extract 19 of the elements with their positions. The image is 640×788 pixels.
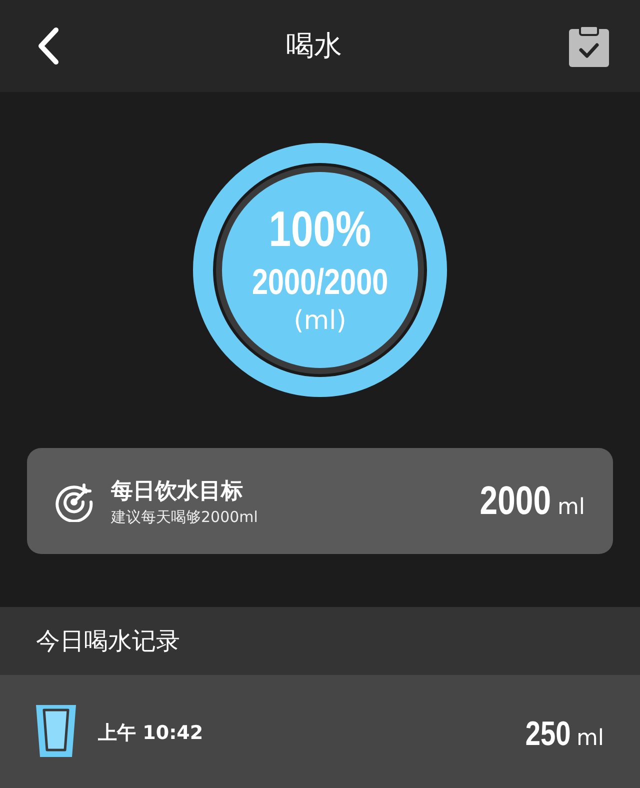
back-button[interactable] [36,26,60,66]
record-time: 上午 10:42 [98,721,204,746]
section-title: 今日喝水记录 [36,626,180,657]
amount-text: 2000/2000 [252,260,388,304]
page-title: 喝水 [286,28,342,64]
clipboard-check-icon [568,25,610,67]
unit-text: (ml) [294,306,346,336]
percent-text: 100% [268,204,372,254]
clipboard-button[interactable] [568,25,610,67]
goal-title: 每日饮水目标 [111,478,244,506]
record-row[interactable]: 上午 10:42 250 ml [0,675,640,788]
back-icon [36,26,60,66]
record-unit: ml [576,726,604,751]
goal-unit: ml [557,494,585,520]
glass-icon [34,703,78,759]
goal-subtitle: 建议每天喝够2000ml [111,508,259,526]
goal-card[interactable]: 每日饮水目标 建议每天喝够2000ml 2000 ml [27,448,613,554]
goal-value: 2000 [480,478,552,524]
record-value: 250 [525,715,570,754]
